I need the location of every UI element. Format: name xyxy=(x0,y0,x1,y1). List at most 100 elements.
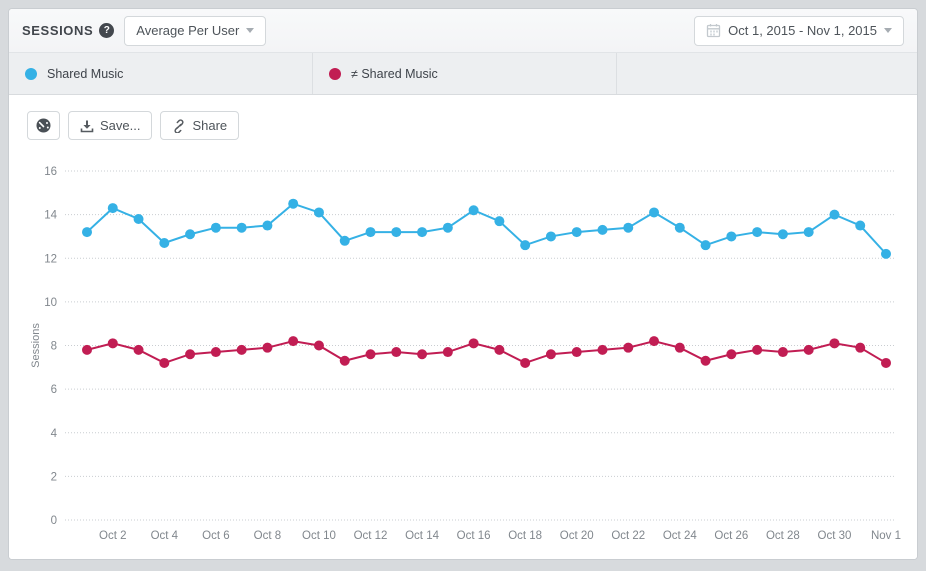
chart-area: 0 2 4 6 8 10 12 14 16 Sessions Oct 2 Oct 4 Oct 6 Oct … xyxy=(9,151,917,559)
data-point[interactable] xyxy=(262,342,273,353)
data-point[interactable] xyxy=(752,227,763,238)
data-point[interactable] xyxy=(442,222,453,233)
svg-text:6: 6 xyxy=(51,384,57,396)
data-point[interactable] xyxy=(674,222,685,233)
data-point[interactable] xyxy=(107,338,118,349)
save-button-label: Save... xyxy=(100,118,141,133)
svg-text:Oct 6: Oct 6 xyxy=(202,530,229,542)
gauge-icon xyxy=(36,118,51,133)
metric-dropdown-value: Average Per User xyxy=(136,23,240,38)
chevron-down-icon xyxy=(246,28,255,33)
data-point[interactable] xyxy=(803,344,814,355)
panel-header: SESSIONS ? Average Per User Oct 1, 2015 … xyxy=(9,9,917,53)
date-range-value: Oct 1, 2015 - Nov 1, 2015 xyxy=(728,23,877,38)
svg-text:Oct 24: Oct 24 xyxy=(663,530,697,542)
data-point[interactable] xyxy=(649,207,660,218)
data-point[interactable] xyxy=(700,240,711,251)
data-point[interactable] xyxy=(417,349,428,360)
link-icon xyxy=(174,118,184,133)
data-point[interactable] xyxy=(417,227,428,238)
data-point[interactable] xyxy=(623,342,634,353)
data-point[interactable] xyxy=(571,347,582,358)
data-point[interactable] xyxy=(107,203,118,214)
data-point[interactable] xyxy=(468,205,479,216)
svg-text:Oct 30: Oct 30 xyxy=(818,530,852,542)
data-point[interactable] xyxy=(494,344,505,355)
data-point[interactable] xyxy=(623,222,634,233)
chart-toolbar: Save... Share xyxy=(27,111,240,140)
data-point[interactable] xyxy=(365,349,376,360)
data-point[interactable] xyxy=(829,338,840,349)
svg-text:Oct 10: Oct 10 xyxy=(302,530,336,542)
data-point[interactable] xyxy=(210,347,221,358)
data-point[interactable] xyxy=(133,344,144,355)
data-point[interactable] xyxy=(262,220,273,231)
svg-text:Sessions: Sessions xyxy=(30,323,42,368)
data-point[interactable] xyxy=(494,216,505,227)
data-point[interactable] xyxy=(339,235,350,246)
svg-text:4: 4 xyxy=(51,428,58,440)
data-point[interactable] xyxy=(313,340,324,351)
data-point[interactable] xyxy=(313,207,324,218)
svg-text:Nov 1: Nov 1 xyxy=(871,530,901,542)
data-point[interactable] xyxy=(288,198,299,209)
series-color-dot xyxy=(25,67,37,80)
data-point[interactable] xyxy=(829,209,840,220)
data-point[interactable] xyxy=(855,342,866,353)
data-point[interactable] xyxy=(133,213,144,224)
date-range-picker[interactable]: Oct 1, 2015 - Nov 1, 2015 xyxy=(694,15,904,46)
data-point[interactable] xyxy=(82,344,92,355)
data-point[interactable] xyxy=(855,220,866,231)
data-point[interactable] xyxy=(649,336,660,347)
data-point[interactable] xyxy=(545,231,556,242)
data-point[interactable] xyxy=(391,227,402,238)
data-point[interactable] xyxy=(236,344,247,355)
data-point[interactable] xyxy=(881,248,891,259)
data-point[interactable] xyxy=(803,227,814,238)
data-point[interactable] xyxy=(520,357,531,368)
svg-text:0: 0 xyxy=(51,515,57,527)
sessions-line-chart: 0 2 4 6 8 10 12 14 16 Sessions Oct 2 Oct 4 Oct 6 Oct … xyxy=(30,166,901,542)
segmentation-panel: SESSIONS ? Average Per User Oct 1, 2015 … xyxy=(8,8,918,560)
svg-text:Oct 26: Oct 26 xyxy=(714,530,748,542)
data-point[interactable] xyxy=(597,224,608,235)
data-point[interactable] xyxy=(339,355,350,366)
save-button[interactable]: Save... xyxy=(68,111,153,140)
data-point[interactable] xyxy=(726,349,737,360)
data-point[interactable] xyxy=(185,229,196,240)
legend-tab-not-shared-music[interactable]: ≠ Shared Music xyxy=(313,53,617,94)
data-point[interactable] xyxy=(159,357,170,368)
data-point[interactable] xyxy=(597,344,608,355)
svg-text:Oct 12: Oct 12 xyxy=(354,530,388,542)
data-point[interactable] xyxy=(777,347,788,358)
data-point[interactable] xyxy=(82,227,92,238)
data-point[interactable] xyxy=(726,231,737,242)
data-point[interactable] xyxy=(777,229,788,240)
legend-tab-shared-music[interactable]: Shared Music xyxy=(9,53,313,94)
svg-text:Oct 28: Oct 28 xyxy=(766,530,800,542)
data-point[interactable] xyxy=(159,237,170,248)
data-point[interactable] xyxy=(288,336,299,347)
data-point[interactable] xyxy=(674,342,685,353)
chevron-down-icon xyxy=(884,28,892,33)
data-point[interactable] xyxy=(236,222,247,233)
chart-type-button[interactable] xyxy=(27,111,60,140)
metric-dropdown[interactable]: Average Per User xyxy=(124,15,267,46)
data-point[interactable] xyxy=(571,227,582,238)
data-point[interactable] xyxy=(468,338,479,349)
calendar-icon xyxy=(706,24,721,38)
data-point[interactable] xyxy=(185,349,196,360)
legend-label: ≠ Shared Music xyxy=(351,66,438,81)
data-point[interactable] xyxy=(700,355,711,366)
data-point[interactable] xyxy=(210,222,221,233)
share-button[interactable]: Share xyxy=(160,111,240,140)
data-point[interactable] xyxy=(752,344,763,355)
data-point[interactable] xyxy=(545,349,556,360)
series-color-dot xyxy=(329,67,341,80)
data-point[interactable] xyxy=(520,240,531,251)
data-point[interactable] xyxy=(391,347,402,358)
help-icon[interactable]: ? xyxy=(99,23,115,38)
data-point[interactable] xyxy=(881,357,891,368)
data-point[interactable] xyxy=(365,227,376,238)
data-point[interactable] xyxy=(442,347,453,358)
